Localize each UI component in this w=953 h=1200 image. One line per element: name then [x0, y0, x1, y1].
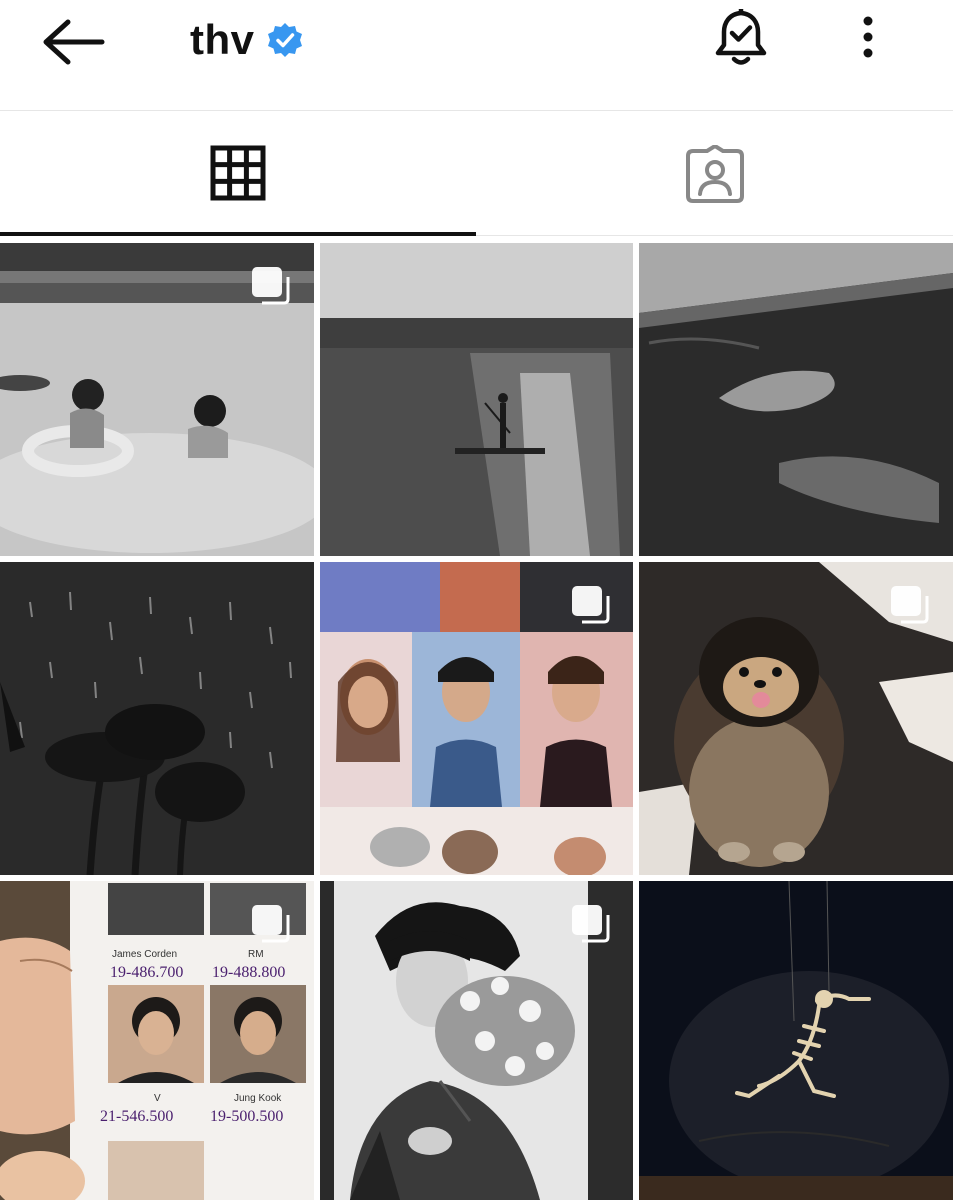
username-text: thv	[190, 16, 255, 63]
post-tile[interactable]	[0, 562, 314, 875]
headshot-number: 19-486.700	[110, 964, 183, 981]
grid-icon	[210, 145, 266, 201]
headshot-number: 19-500.500	[210, 1108, 283, 1125]
multiple-photos-icon	[252, 905, 290, 943]
post-tile[interactable]	[639, 243, 953, 556]
post-tile[interactable]	[639, 562, 953, 875]
arrow-left-icon	[43, 19, 105, 65]
multiple-photos-icon	[572, 586, 610, 624]
profile-tabs	[0, 111, 953, 237]
profile-username: thv	[190, 14, 303, 66]
post-image	[320, 243, 633, 556]
post-tile[interactable]	[320, 881, 633, 1200]
tab-divider	[476, 235, 953, 236]
headshot-name: V	[154, 1093, 161, 1104]
multiple-photos-icon	[252, 267, 290, 305]
bell-check-icon	[715, 9, 767, 65]
verified-badge-icon	[267, 23, 302, 57]
multiple-photos-icon	[572, 905, 610, 943]
post-tile[interactable]: James Corden 19-486.700 RM 19-488.800 V …	[0, 881, 314, 1200]
headshot-number: 21-546.500	[100, 1108, 173, 1125]
post-image	[639, 243, 953, 556]
post-tile[interactable]	[0, 243, 314, 556]
profile-header: thv	[0, 0, 953, 110]
multiple-photos-icon	[891, 586, 929, 624]
post-tile[interactable]	[639, 881, 953, 1200]
tab-tagged[interactable]	[477, 111, 953, 237]
post-tile[interactable]	[320, 243, 633, 556]
headshot-name: Jung Kook	[234, 1093, 282, 1104]
person-tag-icon	[686, 145, 744, 203]
more-options-button[interactable]	[848, 10, 888, 66]
back-button[interactable]	[38, 14, 110, 70]
more-vertical-icon	[863, 16, 873, 58]
headshot-name: James Corden	[112, 949, 177, 960]
post-image	[0, 562, 314, 875]
headshot-name: RM	[248, 949, 264, 960]
tab-posts[interactable]	[0, 111, 476, 237]
active-tab-indicator	[0, 232, 476, 236]
post-tile[interactable]	[320, 562, 633, 875]
posts-grid: James Corden 19-486.700 RM 19-488.800 V …	[0, 243, 953, 1200]
notifications-button[interactable]	[708, 4, 774, 70]
headshot-number: 19-488.800	[212, 964, 285, 981]
post-image	[639, 881, 953, 1200]
